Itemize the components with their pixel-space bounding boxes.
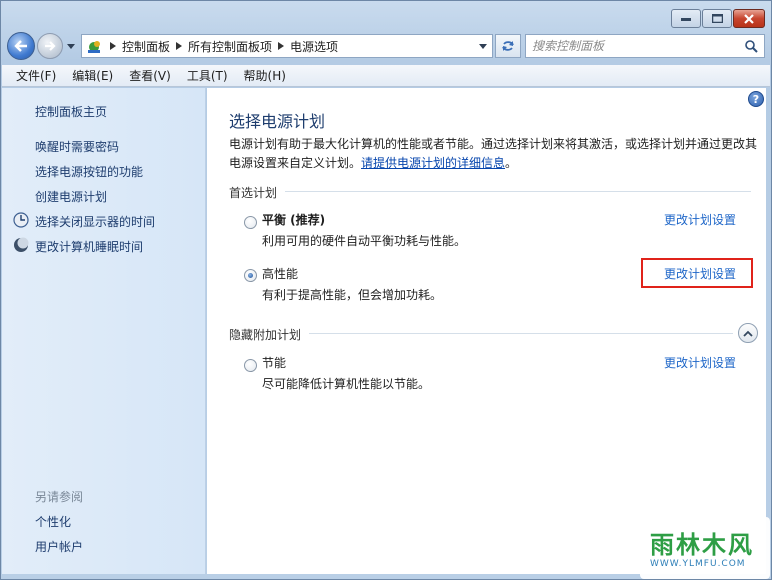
moon-icon (14, 237, 29, 252)
breadcrumb-item[interactable]: 电源选项 (278, 38, 338, 55)
main-content: ? 选择电源计划 电源计划有助于最大化计算机的性能或者节能。通过选择计划来将其激… (207, 88, 766, 574)
recent-pages-dropdown[interactable] (65, 43, 77, 49)
plan-desc-high-performance: 有利于提高性能，但会增加功耗。 (262, 288, 443, 302)
change-plan-settings-link[interactable]: 更改计划设置 (664, 211, 736, 228)
breadcrumb-all-items[interactable]: 所有控制面板项 (188, 38, 272, 55)
menu-bar: 文件(F) 编辑(E) 查看(V) 工具(T) 帮助(H) (2, 65, 770, 87)
refresh-button[interactable] (495, 34, 521, 58)
refresh-icon (502, 41, 514, 51)
maximize-button[interactable] (702, 9, 732, 28)
explorer-window: 控制面板 所有控制面板项 电源选项 搜索控制面板 文件(F) 编辑(E) 查看(… (0, 0, 772, 580)
search-box[interactable] (525, 34, 765, 58)
chevron-down-icon (479, 43, 487, 49)
group-divider (285, 191, 751, 192)
navigation-bar: 控制面板 所有控制面板项 电源选项 (7, 31, 765, 61)
sidebar-control-panel-home[interactable]: 控制面板主页 (35, 103, 107, 120)
minimize-icon (681, 17, 691, 21)
back-button[interactable] (7, 32, 35, 60)
plan-radio-balanced[interactable] (244, 216, 257, 229)
highlight-annotation (641, 258, 753, 288)
plan-name-balanced[interactable]: 平衡 (推荐) (262, 211, 325, 228)
group-divider (309, 333, 733, 334)
chevron-up-icon (743, 330, 753, 337)
preferred-plans-heading: 首选计划 (229, 186, 278, 200)
page-description: 电源计划有助于最大化计算机的性能或者节能。通过选择计划来将其激活，或选择计划并通… (229, 135, 757, 173)
help-icon[interactable]: ? (748, 91, 764, 107)
watermark-url: WWW.YLMFU.COM (650, 559, 746, 569)
sidebar-item-user-accounts[interactable]: 用户帐户 (35, 538, 83, 555)
maximize-icon (711, 14, 723, 23)
task-sidebar: 控制面板主页 唤醒时需要密码 选择电源按钮的功能 创建电源计划 选择关闭显示器的… (2, 88, 206, 574)
breadcrumb-separator-icon (176, 42, 183, 50)
sidebar-item-sleep-time[interactable]: 更改计算机睡眠时间 (35, 238, 143, 255)
search-icon[interactable] (745, 39, 758, 53)
collapse-hidden-plans-button[interactable] (738, 323, 758, 343)
sidebar-item-wake-password[interactable]: 唤醒时需要密码 (35, 138, 119, 155)
forward-arrow-icon (45, 41, 56, 51)
chevron-down-icon (67, 43, 75, 49)
plan-details-link[interactable]: 请提供电源计划的详细信息 (361, 156, 505, 170)
plan-desc-balanced: 利用可用的硬件自动平衡功耗与性能。 (262, 234, 467, 248)
address-bar[interactable]: 控制面板 所有控制面板项 电源选项 (81, 34, 493, 58)
plan-radio-power-saver[interactable] (244, 359, 257, 372)
breadcrumb-power-options[interactable]: 电源选项 (290, 38, 338, 55)
back-arrow-icon (14, 40, 27, 52)
address-dropdown[interactable] (474, 35, 492, 57)
search-input[interactable] (532, 39, 745, 53)
plan-name-power-saver[interactable]: 节能 (262, 354, 286, 371)
description-end: 。 (505, 156, 518, 170)
menu-file[interactable]: 文件(F) (8, 67, 64, 84)
watermark-logo: 雨林木风 WWW.YLMFU.COM (640, 517, 770, 579)
hidden-plans-heading: 隐藏附加计划 (229, 328, 302, 342)
sidebar-item-create-plan[interactable]: 创建电源计划 (35, 188, 107, 205)
close-icon (744, 13, 754, 24)
plan-radio-high-performance[interactable] (244, 269, 257, 282)
breadcrumb-item[interactable]: 所有控制面板项 (176, 38, 272, 55)
sidebar-item-personalization[interactable]: 个性化 (35, 513, 71, 530)
see-also-heading: 另请参阅 (35, 490, 84, 504)
page-title: 选择电源计划 (229, 112, 326, 131)
sidebar-item-power-button[interactable]: 选择电源按钮的功能 (35, 163, 143, 180)
menu-edit[interactable]: 编辑(E) (64, 67, 121, 84)
forward-button[interactable] (37, 33, 63, 59)
menu-view[interactable]: 查看(V) (121, 67, 179, 84)
breadcrumb-separator-icon (110, 42, 116, 50)
watermark-logo-text: 雨林木风 (650, 531, 754, 559)
plan-desc-power-saver: 尽可能降低计算机性能以节能。 (262, 377, 431, 391)
sidebar-item-display-off[interactable]: 选择关闭显示器的时间 (35, 213, 155, 230)
minimize-button[interactable] (671, 9, 701, 28)
close-button[interactable] (733, 9, 765, 28)
breadcrumb-item[interactable]: 控制面板 (110, 38, 170, 55)
control-panel-icon (88, 41, 100, 53)
monitor-clock-icon (13, 212, 29, 228)
breadcrumb-separator-icon (278, 42, 285, 50)
plan-name-high-performance[interactable]: 高性能 (262, 265, 298, 282)
breadcrumb-control-panel[interactable]: 控制面板 (122, 38, 170, 55)
caption-buttons (671, 9, 765, 28)
change-plan-settings-link[interactable]: 更改计划设置 (664, 354, 736, 371)
menu-tools[interactable]: 工具(T) (179, 67, 236, 84)
menu-help[interactable]: 帮助(H) (236, 67, 294, 84)
